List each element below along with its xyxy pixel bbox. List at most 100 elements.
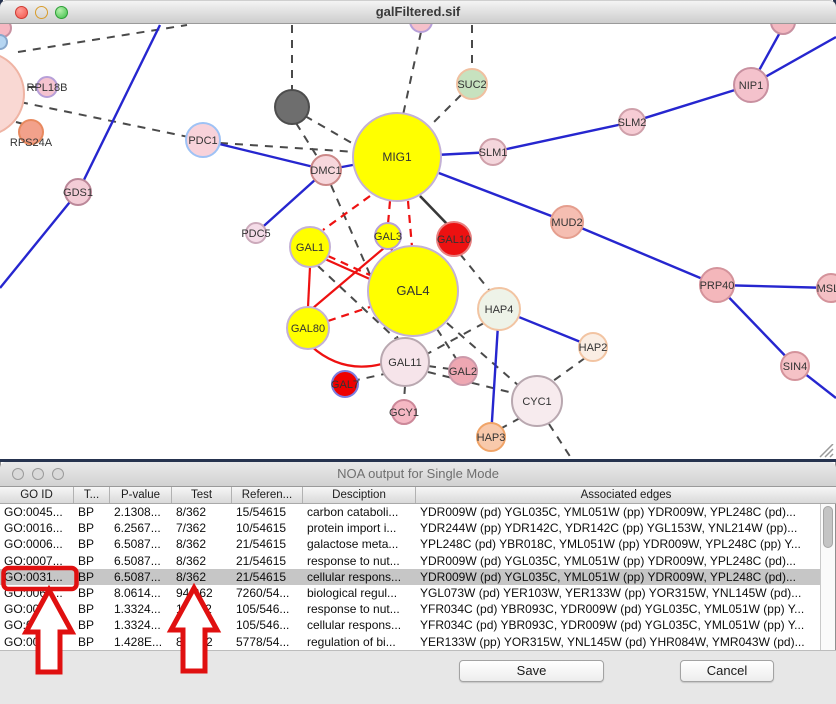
network-titlebar[interactable]: galFiltered.sif (0, 0, 836, 24)
table-cell-edges: YPL248C (pd) YBR018C, YML051W (pp) YDR00… (416, 536, 821, 552)
graph-node-label: HAP3 (477, 432, 506, 444)
graph-node-label: GCY1 (389, 407, 419, 419)
table-cell-test: 8/362 (172, 553, 232, 569)
graph-node-corner-blue[interactable] (0, 35, 7, 49)
graph-node-gray-node[interactable] (275, 90, 309, 124)
graph-edge[interactable] (220, 143, 356, 152)
graph-node-label: SUC2 (457, 79, 486, 91)
graph-edge[interactable] (311, 346, 382, 367)
graph-edge[interactable] (404, 386, 405, 401)
graph-edge[interactable] (308, 267, 310, 307)
graph-edge[interactable] (78, 25, 160, 192)
table-cell-type: BP (74, 634, 110, 650)
table-row[interactable]: GO:0050...BP1.428E...80/3625778/54...reg… (0, 634, 821, 650)
graph-edge[interactable] (0, 192, 78, 288)
graph-node-label: PDC5 (241, 228, 270, 240)
graph-edge[interactable] (323, 196, 370, 230)
table-cell-go_id: GO:0031... (0, 601, 74, 617)
noa-titlebar[interactable]: NOA output for Single Mode (0, 462, 836, 487)
graph-node-label: RPS24A (10, 137, 53, 149)
graph-edge[interactable] (420, 196, 448, 225)
table-cell-description: carbon cataboli... (303, 504, 416, 520)
scrollbar-thumb[interactable] (823, 506, 833, 548)
table-cell-reference: 105/546... (232, 601, 303, 617)
table-cell-description: cellular respons... (303, 617, 416, 633)
column-header[interactable]: P-value (110, 487, 172, 503)
table-cell-reference: 21/54615 (232, 553, 303, 569)
column-header[interactable]: Referen... (232, 487, 303, 503)
table-cell-edges: YDR009W (pd) YGL035C, YML051W (pp) YDR00… (416, 504, 821, 520)
table-cell-type: BP (74, 536, 110, 552)
graph-edge[interactable] (305, 116, 357, 146)
resize-grip-icon[interactable] (816, 444, 834, 458)
table-scrollbar[interactable] (820, 504, 835, 650)
table-cell-p_value: 6.5087... (110, 569, 172, 585)
table-cell-edges: YFR034C (pd) YBR093C, YDR009W (pd) YGL03… (416, 601, 821, 617)
column-header[interactable]: GO ID (0, 487, 74, 503)
graph-node-label: SLM1 (479, 147, 508, 159)
graph-edge[interactable] (428, 366, 450, 369)
table-cell-type: BP (74, 504, 110, 520)
table-cell-type: BP (74, 553, 110, 569)
graph-edge[interactable] (632, 85, 751, 122)
save-button[interactable]: Save (459, 660, 604, 682)
table-cell-type: BP (74, 569, 110, 585)
graph-node-label: GAL3 (374, 231, 402, 243)
table-cell-description: response to nut... (303, 601, 416, 617)
graph-node-label: GAL2 (449, 366, 477, 378)
graph-edge[interactable] (567, 222, 717, 285)
graph-edge[interactable] (437, 329, 457, 360)
table-cell-test: 7/362 (172, 520, 232, 536)
graph-edge[interactable] (553, 358, 585, 381)
table-cell-type: BP (74, 601, 110, 617)
table-cell-reference: 21/54615 (232, 536, 303, 552)
table-cell-test: 11/362 (172, 617, 232, 633)
graph-edge[interactable] (20, 102, 203, 140)
graph-node-top-cut-2[interactable] (771, 24, 795, 34)
table-cell-p_value: 6.5087... (110, 553, 172, 569)
column-header[interactable]: Associated edges (416, 487, 836, 503)
graph-edge[interactable] (328, 256, 372, 276)
graph-node-label: GDS1 (63, 187, 93, 199)
column-header[interactable]: T... (74, 487, 110, 503)
graph-edge[interactable] (433, 95, 461, 123)
graph-edge[interactable] (549, 424, 573, 459)
table-row[interactable]: GO:0031...BP1.3324...11/362105/546...res… (0, 601, 821, 617)
table-row[interactable]: GO:0065...BP8.0614...94/3627260/54...bio… (0, 585, 821, 601)
graph-node-label: MIG1 (382, 150, 412, 164)
table-cell-type: BP (74, 520, 110, 536)
table-row[interactable]: GO:0006...BP6.5087...8/36221/54615galact… (0, 536, 821, 552)
graph-node-label: PRP40 (700, 280, 735, 292)
table-cell-p_value: 8.0614... (110, 585, 172, 601)
table-cell-edges: YFR034C (pd) YBR093C, YDR009W (pd) YGL03… (416, 617, 821, 633)
table-row[interactable]: GO:0007...BP6.5087...8/36221/54615respon… (0, 553, 821, 569)
table-row[interactable]: GO:0031...BP6.5087...8/36221/54615cellul… (0, 569, 821, 585)
cancel-button[interactable]: Cancel (680, 660, 774, 682)
window-title: galFiltered.sif (0, 4, 836, 19)
graph-edge[interactable] (203, 140, 326, 170)
graph-node-label: CYC1 (522, 396, 551, 408)
table-row[interactable]: GO:0045...BP2.1308...8/36215/54615carbon… (0, 504, 821, 520)
graph-edge[interactable] (388, 201, 390, 224)
table-cell-description: protein import i... (303, 520, 416, 536)
table-cell-description: regulation of bi... (303, 634, 416, 650)
table-header[interactable]: GO IDT...P-valueTestReferen...Desciption… (0, 487, 836, 504)
table-cell-go_id: GO:0045... (0, 504, 74, 520)
graph-edge[interactable] (500, 418, 520, 429)
table-row[interactable]: GO:0016...BP6.2567...7/36210/54615protei… (0, 520, 821, 536)
graph-edge[interactable] (408, 201, 412, 247)
graph-edge[interactable] (460, 254, 490, 291)
column-header[interactable]: Desciption (303, 487, 416, 503)
network-canvas[interactable]: RPL18BRPS24APDC1GDS1MIG1SUC2SLM1SLM2NIP1… (0, 24, 836, 459)
graph-edge[interactable] (18, 25, 187, 52)
graph-edge[interactable] (403, 32, 421, 115)
table-cell-p_value: 1.428E... (110, 634, 172, 650)
table-cell-edges: YGL073W (pd) YER103W, YER133W (pp) YOR31… (416, 585, 821, 601)
graph-edge[interactable] (493, 122, 632, 152)
table-cell-p_value: 6.2567... (110, 520, 172, 536)
column-header[interactable]: Test (172, 487, 232, 503)
graph-node-top-cut-1[interactable] (410, 24, 432, 32)
network-window: RPL18BRPS24APDC1GDS1MIG1SUC2SLM1SLM2NIP1… (0, 0, 836, 462)
table-row[interactable]: GO:0031...BP1.3324...11/362105/546...cel… (0, 617, 821, 633)
graph-edge[interactable] (296, 123, 318, 158)
